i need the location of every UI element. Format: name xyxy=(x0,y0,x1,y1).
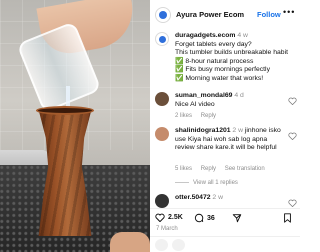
account-avatar[interactable] xyxy=(155,7,171,23)
caption-avatar[interactable] xyxy=(155,32,169,46)
reply-button[interactable]: Reply xyxy=(201,113,216,119)
view-replies-link[interactable]: View all 1 replies xyxy=(175,180,238,186)
like-comment-icon[interactable] xyxy=(288,199,297,207)
add-comment-bar[interactable] xyxy=(150,236,300,252)
post-actions: 2.5K 36 xyxy=(150,208,300,226)
see-translation-link[interactable]: See translation xyxy=(225,166,265,172)
more-options-icon[interactable]: ••• xyxy=(283,7,295,17)
comment-post-button[interactable]: 36 xyxy=(194,213,215,223)
comment-likes[interactable]: 5 likes xyxy=(175,166,192,172)
follow-button[interactable]: Follow xyxy=(257,10,281,19)
like-count: 2.5K xyxy=(168,214,183,221)
hand xyxy=(110,232,150,252)
commenter-avatar[interactable] xyxy=(155,127,169,141)
comment-username[interactable]: shalinidogra1201 xyxy=(175,127,231,134)
emoji-icon[interactable] xyxy=(172,239,185,251)
like-post-button[interactable]: 2.5K xyxy=(155,213,183,222)
save-button[interactable] xyxy=(283,213,295,223)
comment-time: 2 w xyxy=(232,127,243,134)
caption-line: This tumbler builds unbreakable habit xyxy=(175,49,288,57)
comment-likes[interactable]: 2 likes xyxy=(175,113,192,119)
post-side-panel: Ayura Power Ecom Follow ••• duragadgets.… xyxy=(150,0,300,252)
comment-username[interactable]: suman_mondal69 xyxy=(175,92,232,99)
account-name[interactable]: Ayura Power Ecom xyxy=(176,10,244,19)
emoji-icon[interactable] xyxy=(155,239,168,251)
post-video[interactable] xyxy=(0,0,150,252)
like-comment-icon[interactable] xyxy=(288,97,297,105)
caption-time: 4 w xyxy=(237,32,248,39)
caption-line: ✅ Morning water that works! xyxy=(175,74,264,82)
post-date: 7 March xyxy=(156,226,178,232)
share-button[interactable] xyxy=(232,213,245,223)
heart-icon xyxy=(155,213,165,222)
post-viewer: Ayura Power Ecom Follow ••• duragadgets.… xyxy=(0,0,300,252)
comment-text: Nice AI video xyxy=(175,100,215,108)
comment-icon xyxy=(194,213,204,223)
comment-count: 36 xyxy=(207,214,215,222)
tumbler-rim xyxy=(36,106,94,115)
reply-button[interactable]: Reply xyxy=(201,166,216,172)
commenter-avatar[interactable] xyxy=(155,92,169,106)
post-header: Ayura Power Ecom Follow ••• xyxy=(150,0,300,30)
bookmark-icon xyxy=(284,213,291,223)
send-icon xyxy=(232,214,242,223)
commenter-avatar[interactable] xyxy=(155,194,169,208)
caption-username[interactable]: duragadgets.ecom xyxy=(175,32,235,39)
caption-line: Forget tablets every day? xyxy=(175,40,252,48)
comment-time: 4 d xyxy=(234,92,244,99)
like-comment-icon[interactable] xyxy=(288,132,297,140)
caption-line: ✅ Fits busy mornings perfectly xyxy=(175,66,270,74)
comment-time: 2 w xyxy=(212,194,223,201)
comment-username[interactable]: otter.50472 xyxy=(175,194,211,201)
